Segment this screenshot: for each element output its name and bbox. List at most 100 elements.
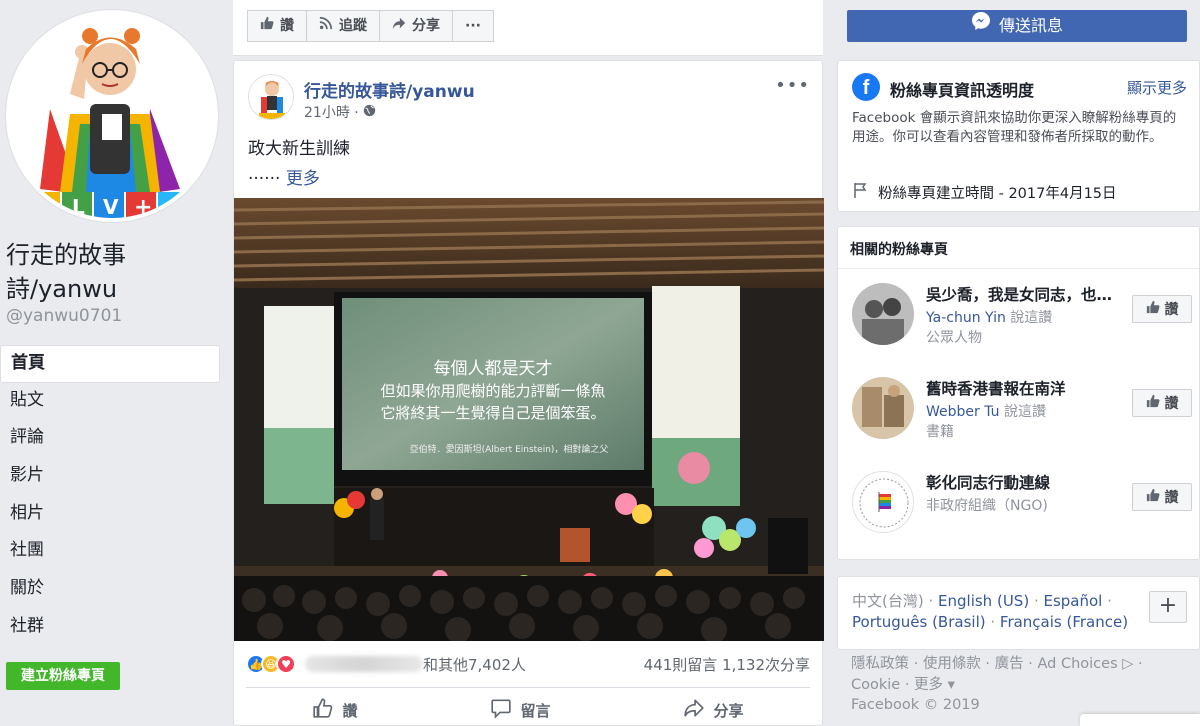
- post-comment-label: 留言: [520, 701, 551, 720]
- related-page-category: 公眾人物: [926, 330, 982, 346]
- more-dots-icon: ···: [465, 18, 481, 34]
- post-photo[interactable]: 每個人都是天才 但如果你用爬樹的能力評斷一條魚 它將終其一生覺得自己是個笨蛋。 …: [234, 198, 824, 641]
- share-page-label: 分享: [412, 18, 440, 34]
- post-author-name[interactable]: 行走的故事詩/yanwu: [304, 77, 475, 102]
- related-page-avatar[interactable]: [852, 377, 914, 439]
- liker-name[interactable]: Ya-chun Yin: [926, 310, 1006, 326]
- post-author-avatar[interactable]: [248, 74, 294, 120]
- rss-icon: [319, 11, 333, 41]
- related-page-category: 非政府組織（NGO): [926, 498, 1048, 514]
- comment-share-count[interactable]: 441則留言 1,132次分享: [644, 654, 810, 675]
- related-page-name[interactable]: 彰化同志行動連線: [926, 471, 1126, 493]
- language-link-portuguese[interactable]: Português (Brasil): [852, 613, 986, 631]
- page-title: 行走的故事詩/yanwu: [6, 241, 126, 303]
- page-nav: 首頁 貼文 評論 影片 相片 社團 關於 社群: [0, 345, 220, 647]
- post-ellipsis: ······: [248, 169, 281, 189]
- related-page-liker: Ya-chun Yin 說這讚: [926, 307, 1052, 327]
- page-footer: 隱私政策 · 使用條款 · 廣告 · Ad Choices ▷ · Cookie…: [851, 654, 1181, 716]
- comment-bubble-icon: [490, 697, 512, 723]
- page-created-text: 粉絲專頁建立時間 - 2017年4月15日: [878, 185, 1117, 202]
- related-divider: [838, 268, 1199, 269]
- page-action-bar: 讚 追蹤 分享 ···: [233, 0, 823, 56]
- post-options-button[interactable]: •••: [775, 75, 810, 96]
- post-like-button[interactable]: 讚: [312, 697, 358, 723]
- language-link-spanish[interactable]: Español: [1043, 592, 1102, 610]
- profile-picture[interactable]: L V +: [6, 10, 218, 222]
- auditorium-photo: 每個人都是天才 但如果你用爬樹的能力評斷一條魚 它將終其一生覺得自己是個笨蛋。 …: [234, 198, 824, 641]
- share-page-button[interactable]: 分享: [380, 10, 453, 42]
- related-like-label: 讚: [1164, 490, 1179, 506]
- post-action-bar: 讚 留言 分享: [246, 697, 810, 723]
- page-action-buttons: 讚 追蹤 分享 ···: [247, 10, 494, 42]
- related-like-button[interactable]: 讚: [1132, 483, 1192, 511]
- related-like-label: 讚: [1164, 396, 1179, 412]
- transparency-title: 粉絲專頁資訊透明度: [890, 81, 1035, 100]
- language-link-english[interactable]: English (US): [938, 592, 1029, 610]
- liker-suffix: 說這讚: [1010, 310, 1053, 326]
- screen-text-line2: 但如果你用爬樹的能力評斷一條魚: [380, 382, 605, 400]
- love-reaction-icon: ♥: [276, 654, 296, 674]
- related-page-item[interactable]: 吳少喬，我是女同志，也… Ya-chun Yin 說這讚 公眾人物 讚: [852, 283, 1192, 353]
- nav-item-home[interactable]: 首頁: [0, 345, 220, 383]
- footer-links[interactable]: 隱私政策 · 使用條款 · 廣告 · Ad Choices ▷ ·: [851, 654, 1181, 675]
- related-like-label: 讚: [1164, 302, 1179, 318]
- nav-item-posts[interactable]: 貼文: [0, 383, 220, 421]
- nav-item-photos[interactable]: 相片: [0, 496, 220, 534]
- svg-text:+: +: [134, 195, 152, 218]
- post-divider: [246, 687, 810, 688]
- profile-illustration: L V +: [10, 14, 214, 218]
- post-timestamp[interactable]: 21小時 ·: [304, 102, 376, 122]
- chat-tab-edge[interactable]: [1080, 714, 1200, 726]
- related-like-button[interactable]: 讚: [1132, 389, 1192, 417]
- language-link-french[interactable]: Français (France): [1000, 613, 1128, 631]
- page-transparency-card: f 粉絲專頁資訊透明度 顯示更多 Facebook 會顯示資訊來協助你更深入瞭解…: [837, 60, 1200, 212]
- screen-text-line1: 每個人都是天才: [434, 359, 553, 379]
- share-outline-icon: [683, 697, 705, 723]
- nav-item-community[interactable]: 社群: [0, 609, 220, 647]
- follow-page-button[interactable]: 追蹤: [307, 10, 380, 42]
- send-message-label: 傳送訊息: [998, 16, 1063, 35]
- related-page-name[interactable]: 吳少喬，我是女同志，也…: [926, 283, 1126, 305]
- liker-suffix: 說這讚: [1003, 404, 1046, 420]
- related-like-button[interactable]: 讚: [1132, 295, 1192, 323]
- nav-item-reviews[interactable]: 評論: [0, 420, 220, 458]
- svg-text:V: V: [103, 195, 119, 218]
- facebook-logo-icon: f: [852, 73, 880, 101]
- related-page-avatar[interactable]: [852, 283, 914, 345]
- related-page-item[interactable]: 舊時香港書報在南洋 Webber Tu 說這讚 書籍 讚: [852, 377, 1192, 447]
- send-message-button[interactable]: 傳送訊息: [847, 10, 1187, 42]
- messenger-icon: [971, 10, 991, 42]
- screen-attribution: 亞伯特．愛因斯坦(Albert Einstein)，相對論之父: [410, 443, 609, 455]
- related-page-avatar[interactable]: [852, 471, 914, 533]
- nav-item-groups[interactable]: 社團: [0, 533, 220, 571]
- related-pages-card: 相關的粉絲專頁 吳少喬，我是女同志，也… Ya-chun Yin 說這讚 公眾人…: [837, 226, 1200, 560]
- reaction-icons: 👍 😆 ♥: [246, 654, 296, 674]
- like-page-button[interactable]: 讚: [247, 10, 307, 42]
- globe-icon: [363, 104, 376, 121]
- related-page-item[interactable]: 彰化同志行動連線 非政府組織（NGO) 讚: [852, 471, 1192, 541]
- current-language: 中文(台灣): [852, 592, 924, 610]
- related-page-name[interactable]: 舊時香港書報在南洋: [926, 377, 1126, 399]
- language-card: 中文(台灣) · English (US) · Español · Portug…: [837, 576, 1200, 650]
- footer-copyright: Facebook © 2019: [851, 697, 980, 713]
- footer-links-secondary[interactable]: Cookie · 更多 ▾: [851, 675, 1181, 696]
- nav-item-videos[interactable]: 影片: [0, 458, 220, 496]
- nav-item-about[interactable]: 關於: [0, 571, 220, 609]
- see-more-link[interactable]: 更多: [286, 169, 320, 189]
- more-languages-button[interactable]: +: [1149, 591, 1187, 623]
- post-comment-button[interactable]: 留言: [490, 697, 551, 723]
- post-time-text: 21小時 ·: [304, 105, 359, 121]
- post-card: 行走的故事詩/yanwu 21小時 · ••• 政大新生訓練 ······ 更多: [233, 60, 824, 726]
- related-page-category: 書籍: [926, 424, 954, 440]
- reactions-summary[interactable]: 👍 😆 ♥ 和其他7,402人 441則留言 1,132次分享: [246, 651, 810, 677]
- thumbs-up-icon: [1146, 300, 1160, 318]
- language-list: 中文(台灣) · English (US) · Español · Portug…: [852, 592, 1129, 631]
- page-handle[interactable]: @yanwu0701: [6, 306, 122, 326]
- like-page-label: 讚: [280, 18, 294, 34]
- post-share-button[interactable]: 分享: [683, 697, 744, 723]
- transparency-see-more-link[interactable]: 顯示更多: [1127, 77, 1187, 98]
- left-column: L V + 行走的故事詩/yanwu @yanwu0701 首頁 貼文 評論 影…: [0, 0, 232, 726]
- more-options-button[interactable]: ···: [453, 10, 494, 42]
- create-page-button[interactable]: 建立粉絲專頁: [6, 662, 120, 690]
- liker-name[interactable]: Webber Tu: [926, 404, 1000, 420]
